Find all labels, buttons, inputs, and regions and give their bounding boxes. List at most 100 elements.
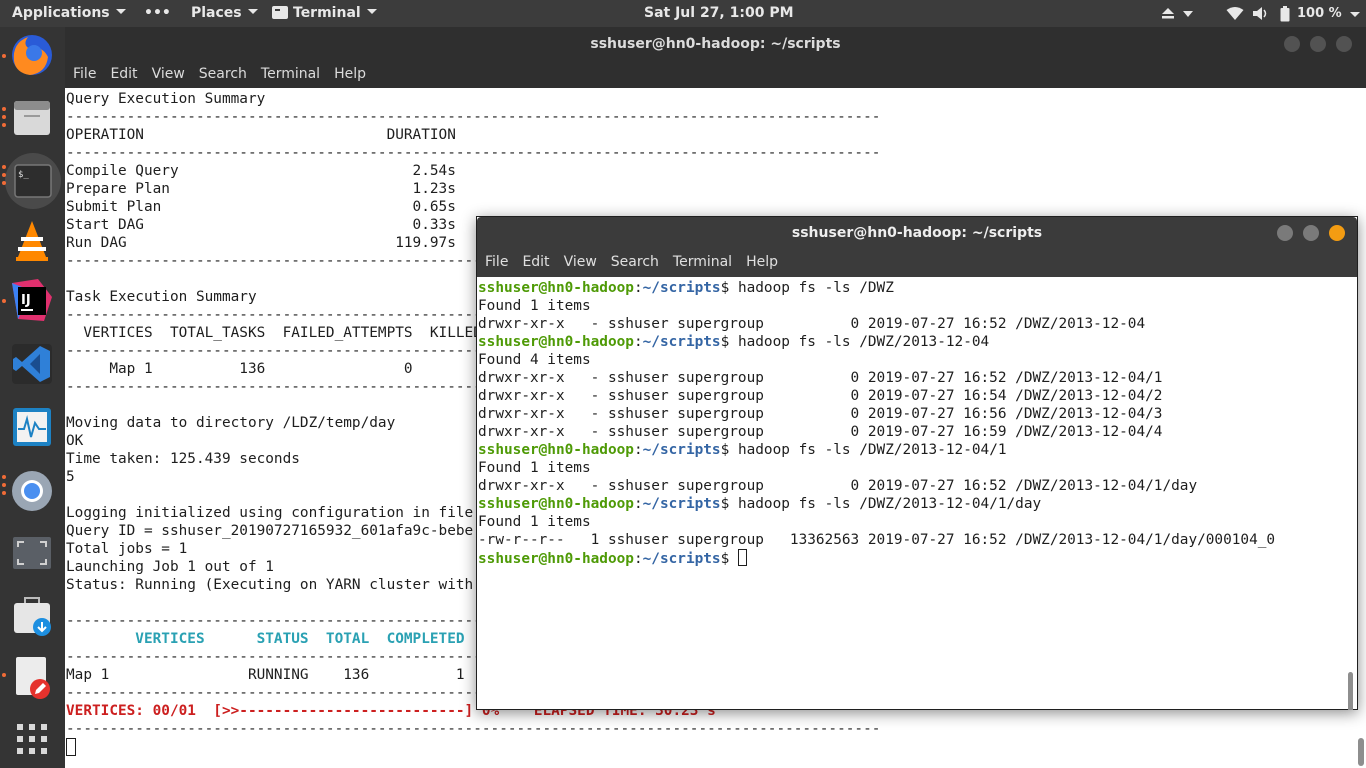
- intellij-icon[interactable]: IJ: [8, 277, 56, 325]
- menu-terminal[interactable]: Terminal: [261, 61, 320, 88]
- terminal-line: ----------------------------------------…: [66, 145, 881, 161]
- menu-help[interactable]: Help: [746, 249, 778, 276]
- menu-view[interactable]: View: [564, 249, 597, 276]
- prompt-path: ~/scripts: [642, 280, 721, 296]
- applications-label: Applications: [12, 5, 110, 21]
- chevron-down-icon: [366, 9, 377, 14]
- command-text: hadoop fs -ls /DWZ/2013-12-04/1: [737, 442, 1007, 458]
- terminal-line: drwxr-xr-x - sshuser supergroup 0 2019-0…: [478, 405, 1275, 423]
- fg-window-title[interactable]: sshuser@hn0-hadoop: ~/scripts: [477, 217, 1357, 249]
- command-text: hadoop fs -ls /DWZ: [737, 280, 894, 296]
- vlc-icon[interactable]: [8, 217, 56, 265]
- minimize-button[interactable]: [1284, 36, 1300, 52]
- bg-menubar: File Edit View Search Terminal Help: [65, 61, 1366, 88]
- running-indicator: [2, 54, 6, 58]
- chevron-down-icon: [247, 9, 258, 14]
- prompt-separator: :: [633, 280, 643, 296]
- chromium-icon[interactable]: [8, 467, 56, 515]
- prompt-user: sshuser@hn0-hadoop: [478, 551, 634, 567]
- vscode-icon[interactable]: [8, 340, 56, 388]
- menu-search[interactable]: Search: [199, 61, 247, 88]
- terminal-line: OPERATION DURATION: [66, 127, 456, 143]
- running-indicator: [2, 165, 6, 169]
- bg-cursor: [66, 738, 76, 756]
- terminal-line: Found 1 items: [478, 459, 1275, 477]
- terminal-app-menu[interactable]: Terminal: [272, 5, 377, 21]
- terminal-line: Found 4 items: [478, 351, 1275, 369]
- output-text: Found 1 items: [478, 298, 591, 314]
- menu-terminal[interactable]: Terminal: [673, 249, 732, 276]
- terminal-icon: [272, 6, 288, 19]
- command-text: hadoop fs -ls /DWZ/2013-12-04: [737, 334, 990, 350]
- more-menu[interactable]: •••: [144, 5, 171, 21]
- places-label: Places: [191, 5, 242, 21]
- eject-icon[interactable]: [1161, 7, 1201, 21]
- terminal-line: drwxr-xr-x - sshuser supergroup 0 2019-0…: [478, 423, 1275, 441]
- close-button[interactable]: [1329, 225, 1345, 241]
- app-grid-icon[interactable]: [8, 715, 56, 763]
- running-indicator: [2, 115, 6, 119]
- terminal-line: drwxr-xr-x - sshuser supergroup 0 2019-0…: [478, 369, 1275, 387]
- command-text: hadoop fs -ls /DWZ/2013-12-04/1/day: [737, 496, 1042, 512]
- prompt-path: ~/scripts: [642, 334, 721, 350]
- scrollbar[interactable]: [1358, 738, 1364, 766]
- output-text: Found 1 items: [478, 460, 591, 476]
- scrollbar[interactable]: [1348, 672, 1353, 710]
- volume-icon[interactable]: [1252, 6, 1270, 21]
- clock[interactable]: Sat Jul 27, 1:00 PM: [644, 5, 794, 21]
- running-indicator: [2, 475, 6, 479]
- terminal-line: Compile Query 2.54s: [66, 163, 456, 179]
- prompt-dollar: $: [720, 551, 738, 567]
- output-text: drwxr-xr-x - sshuser supergroup 0 2019-0…: [478, 316, 1146, 332]
- fg-terminal-window[interactable]: sshuser@hn0-hadoop: ~/scripts File Edit Vi…: [476, 216, 1358, 710]
- dock: $_ IJ: [0, 27, 65, 768]
- prompt-line: sshuser@hn0-hadoop:~/scripts$: [478, 549, 1275, 568]
- menu-file[interactable]: File: [73, 61, 96, 88]
- running-indicator: [2, 673, 6, 677]
- battery-percent[interactable]: 100 %: [1297, 6, 1342, 21]
- menu-view[interactable]: View: [152, 61, 185, 88]
- prompt-separator: :: [633, 551, 643, 567]
- terminal-icon[interactable]: $_: [5, 153, 61, 209]
- fg-terminal-output[interactable]: sshuser@hn0-hadoop:~/scripts$ hadoop fs …: [477, 277, 1357, 710]
- terminal-line: drwxr-xr-x - sshuser supergroup 0 2019-0…: [478, 477, 1275, 495]
- prompt-separator: :: [633, 496, 643, 512]
- software-center-icon[interactable]: [8, 591, 56, 639]
- prompt-dollar: $: [720, 442, 738, 458]
- top-panel: Applications ••• Places Terminal Sat Jul…: [0, 0, 1366, 27]
- text-editor-icon[interactable]: [8, 653, 56, 701]
- maximize-button[interactable]: [1303, 225, 1319, 241]
- system-monitor-icon[interactable]: [8, 403, 56, 451]
- terminal-line: Found 1 items: [478, 297, 1275, 315]
- terminal-text: sshuser@hn0-hadoop:~/scripts$ hadoop fs …: [478, 279, 1275, 568]
- applications-menu[interactable]: Applications: [12, 5, 126, 21]
- menu-edit[interactable]: Edit: [110, 61, 137, 88]
- minimize-button[interactable]: [1277, 225, 1293, 241]
- wifi-icon[interactable]: [1226, 6, 1244, 21]
- terminal-line: Prepare Plan 1.23s: [66, 181, 456, 197]
- screenshot-icon[interactable]: [8, 529, 56, 577]
- maximize-button[interactable]: [1310, 36, 1326, 52]
- menu-help[interactable]: Help: [334, 61, 366, 88]
- menu-search[interactable]: Search: [611, 249, 659, 276]
- bg-window-title[interactable]: sshuser@hn0-hadoop: ~/scripts: [65, 27, 1366, 61]
- places-menu[interactable]: Places: [191, 5, 258, 21]
- text-cursor: [737, 549, 747, 566]
- battery-icon[interactable]: [1280, 6, 1290, 22]
- chevron-down-icon[interactable]: [1350, 12, 1360, 17]
- prompt-path: ~/scripts: [642, 551, 721, 567]
- output-text: Found 4 items: [478, 352, 591, 368]
- running-indicator: [2, 299, 6, 303]
- output-text: drwxr-xr-x - sshuser supergroup 0 2019-0…: [478, 406, 1163, 422]
- firefox-icon[interactable]: [8, 31, 56, 79]
- files-icon[interactable]: [8, 93, 56, 141]
- prompt-dollar: $: [720, 280, 738, 296]
- prompt-line: sshuser@hn0-hadoop:~/scripts$ hadoop fs …: [478, 279, 1275, 297]
- fg-menubar: File Edit View Search Terminal Help: [477, 249, 1357, 277]
- menu-edit[interactable]: Edit: [522, 249, 549, 276]
- output-text: Found 1 items: [478, 514, 591, 530]
- close-button[interactable]: [1336, 36, 1352, 52]
- menu-file[interactable]: File: [485, 249, 508, 276]
- svg-text:IJ: IJ: [21, 293, 31, 308]
- prompt-user: sshuser@hn0-hadoop: [478, 280, 634, 296]
